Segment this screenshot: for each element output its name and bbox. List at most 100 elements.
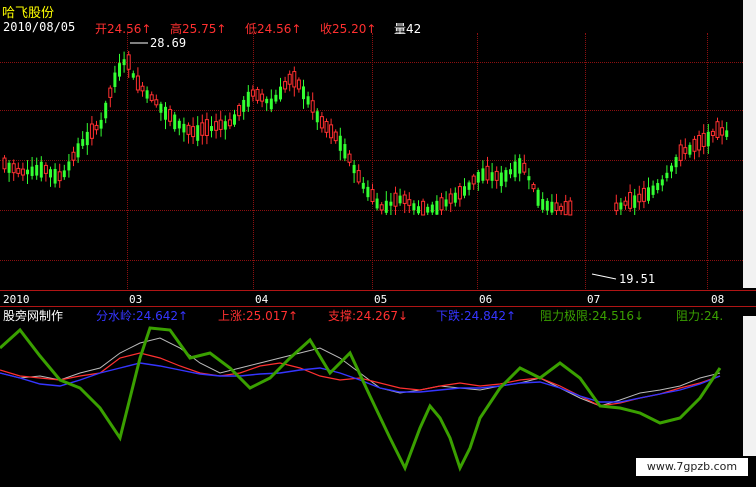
candle-body xyxy=(678,144,683,161)
candle-body xyxy=(554,202,559,212)
candle-body xyxy=(375,198,379,209)
candle-body xyxy=(614,202,619,212)
candle-body xyxy=(81,139,85,146)
candle-body xyxy=(550,201,554,213)
candle-body xyxy=(509,169,512,175)
candle-body xyxy=(43,164,48,174)
candle-body xyxy=(255,89,260,101)
candle-body xyxy=(315,111,319,123)
candle-body xyxy=(457,186,462,200)
candle-body xyxy=(279,86,282,100)
quote-date: 2010/08/05 xyxy=(3,20,76,34)
candle-body xyxy=(674,157,678,168)
axis-label-2010: 2010 xyxy=(3,293,30,306)
candle-body xyxy=(541,199,545,210)
indicator-line-blue xyxy=(0,362,721,403)
candle-body xyxy=(173,114,177,130)
candle-body xyxy=(389,201,393,206)
axis-label-03: 03 xyxy=(129,293,143,306)
indicator-chart[interactable] xyxy=(0,318,745,487)
candle-body xyxy=(94,124,99,131)
candle-body xyxy=(2,157,7,170)
candle-body xyxy=(656,183,660,191)
candle-body xyxy=(140,85,145,92)
candle-body xyxy=(697,135,702,151)
candle-body xyxy=(559,205,564,212)
candle-body xyxy=(89,123,94,139)
candle-body xyxy=(319,116,324,129)
axis-label-07: 07 xyxy=(587,293,601,306)
candle-body xyxy=(67,161,71,171)
candle-body xyxy=(481,168,485,181)
candle-body xyxy=(39,161,43,178)
candle-body xyxy=(324,121,329,133)
candle-body xyxy=(223,121,227,130)
candle-body xyxy=(366,186,370,198)
watermark: www.7gpzb.com xyxy=(636,458,748,476)
candle-body xyxy=(426,206,430,213)
candle-body xyxy=(421,200,426,216)
candle-body xyxy=(476,171,480,183)
max-price-label: 28.69 xyxy=(150,36,186,50)
candle-body xyxy=(352,164,356,174)
candle-body xyxy=(504,170,508,182)
candle-body xyxy=(20,168,25,176)
candle-body xyxy=(246,91,250,107)
candle-body xyxy=(62,170,66,178)
candle-body xyxy=(250,89,255,97)
candle-body xyxy=(641,187,646,202)
candle-body xyxy=(545,200,549,211)
candle-body xyxy=(670,165,673,172)
candle-body xyxy=(402,194,407,204)
candle-body xyxy=(210,126,213,131)
candle-body xyxy=(393,192,398,207)
candle-body xyxy=(435,200,439,215)
candle-body xyxy=(444,199,448,207)
candle-body xyxy=(57,171,62,182)
candle-body xyxy=(692,138,697,152)
candle-body xyxy=(182,123,186,133)
candle-body xyxy=(485,165,490,181)
candle-body xyxy=(164,106,167,120)
candle-body xyxy=(725,130,729,137)
candle-body xyxy=(568,200,573,216)
candle-body xyxy=(463,186,466,196)
candle-body xyxy=(269,98,273,110)
axis-label-08: 08 xyxy=(711,293,725,306)
candle-body xyxy=(292,71,297,88)
candle-body xyxy=(660,179,664,186)
candle-body xyxy=(131,73,135,78)
candle-body xyxy=(499,172,503,187)
candle-body xyxy=(108,87,113,98)
candlestick-chart[interactable]: 28.69 19.51 xyxy=(0,33,745,291)
candle-body xyxy=(623,200,628,206)
candle-body xyxy=(370,189,375,203)
candle-body xyxy=(527,176,531,181)
candle-body xyxy=(85,131,89,146)
candle-body xyxy=(647,187,650,201)
candle-body xyxy=(338,135,342,151)
candle-body xyxy=(701,132,706,147)
candle-body xyxy=(715,121,720,139)
max-price-marker: 28.69 xyxy=(130,36,186,50)
candle-body xyxy=(536,189,540,206)
candle-body xyxy=(628,192,633,209)
candle-body xyxy=(204,119,209,137)
candle-body xyxy=(242,99,246,112)
candle-body xyxy=(531,184,536,190)
candle-body xyxy=(430,204,434,213)
candle-body xyxy=(651,185,655,195)
candle-body xyxy=(227,119,232,127)
candle-body xyxy=(522,162,527,173)
candle-body xyxy=(177,120,181,129)
candle-body xyxy=(329,124,334,139)
candle-body xyxy=(448,193,453,204)
candle-body xyxy=(563,201,568,216)
candle-body xyxy=(237,104,242,117)
candle-body xyxy=(126,54,131,70)
candle-body xyxy=(76,143,80,158)
candle-body xyxy=(99,119,103,129)
candle-body xyxy=(113,72,117,88)
candle-body xyxy=(706,131,710,147)
candle-body xyxy=(287,73,292,85)
